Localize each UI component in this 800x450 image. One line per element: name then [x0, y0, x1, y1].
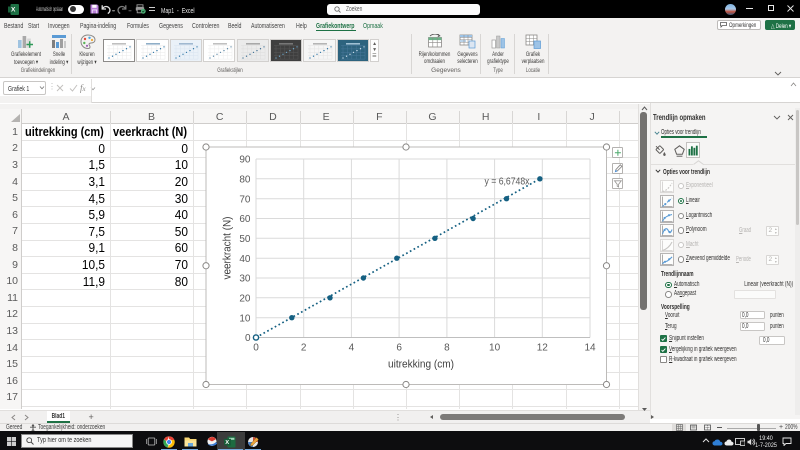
svg-text:60: 60 [239, 214, 251, 225]
svg-text:y = 6,6748x: y = 6,6748x [485, 176, 531, 188]
svg-text:veerkracht (N): veerkracht (N) [222, 217, 234, 280]
svg-text:8: 8 [444, 343, 450, 354]
svg-text:20: 20 [239, 293, 251, 304]
svg-text:14: 14 [584, 343, 596, 354]
svg-text:80: 80 [239, 174, 251, 185]
svg-text:X: X [11, 6, 16, 13]
svg-text:0: 0 [245, 333, 251, 344]
svg-text:90: 90 [239, 155, 251, 166]
svg-text:40: 40 [239, 254, 251, 265]
svg-text:6: 6 [396, 343, 402, 354]
svg-text:0: 0 [253, 343, 259, 354]
svg-text:uitrekking (cm): uitrekking (cm) [388, 359, 454, 371]
svg-text:70: 70 [239, 194, 251, 205]
svg-text:50: 50 [239, 234, 251, 245]
svg-text:30: 30 [239, 274, 251, 285]
svg-text:2: 2 [301, 343, 307, 354]
svg-text:10: 10 [489, 343, 501, 354]
svg-text:4: 4 [349, 343, 355, 354]
svg-text:X: X [225, 440, 229, 446]
svg-text:12: 12 [537, 343, 549, 354]
svg-text:10: 10 [239, 313, 251, 324]
